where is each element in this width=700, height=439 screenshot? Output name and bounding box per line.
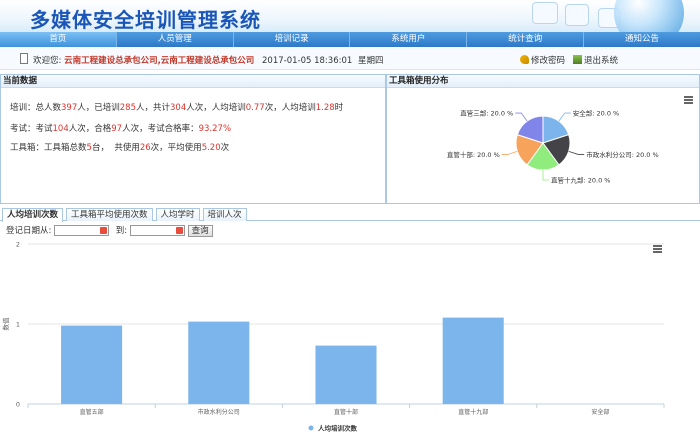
stat-value: 304: [170, 103, 187, 113]
calendar-icon[interactable]: [175, 227, 183, 234]
toolbox-stats: 工具箱：工具箱总数5台， 共使用26次，平均使用5.20次: [10, 141, 229, 153]
nav-item-system-users[interactable]: 系统用户: [350, 32, 468, 47]
stat-text: 人次，人均培训: [186, 103, 246, 113]
x-tick-label: 直管五部: [80, 408, 104, 416]
stat-text: 培训：总人数: [10, 103, 62, 113]
date-from-label: 登记日期从:: [6, 226, 52, 236]
welcome-bar: 欢迎您: 云南工程建设总承包公司,云南工程建设总承包公司 2017-01-05 …: [0, 48, 700, 70]
pie-connector: [558, 112, 571, 122]
welcome-text: 欢迎您: 云南工程建设总承包公司,云南工程建设总承包公司 2017-01-05 …: [33, 54, 384, 66]
bar-chart: 0 1 2 数值直管五部 市政水利分公司 直管十部 直管十九部 安全部人均培训次数: [1, 241, 665, 433]
pie-connector: [568, 150, 585, 155]
nav-item-notices[interactable]: 通知公告: [584, 32, 700, 47]
stat-value: 397: [61, 103, 78, 113]
pie-chart: 安全部: 20.0 % 市政水利分公司: 20.0 % 直管十九部: 20.0 % 直…: [447, 109, 659, 185]
change-password-label: 修改密码: [531, 56, 566, 66]
logout-button[interactable]: 退出系统: [573, 54, 618, 66]
legend-marker: [308, 425, 314, 431]
globe-icon: [614, 0, 684, 32]
document-icon: [20, 53, 28, 64]
welcome-org: 云南工程建设总承包公司,云南工程建设总承包公司: [64, 56, 255, 66]
bar: [61, 325, 123, 404]
toolbox-distribution-panel: 工具箱使用分布 安全部: 20.0 % 市政水利分公司: 20.0 % 直管十九部:…: [386, 74, 700, 204]
stat-text: 考试：考试: [10, 124, 53, 134]
stat-text: 工具箱：工具箱总数: [10, 143, 87, 153]
tab-avg-training-count[interactable]: 人均培训次数: [2, 208, 64, 222]
banner-decoration-icon: [565, 4, 589, 26]
header-banner: 多媒体安全培训管理系统: [0, 0, 700, 32]
nav-item-home[interactable]: 首页: [0, 32, 117, 47]
pie-connector: [501, 150, 518, 155]
toolbox-distribution-title: 工具箱使用分布: [387, 75, 699, 88]
current-data-title: 当前数据: [1, 75, 385, 88]
welcome-datetime: 2017-01-05 18:36:01: [262, 56, 353, 66]
training-stats: 培训：总人数397人，已培训285人，共计304人次，人均培训0.77次，人均培…: [10, 101, 343, 113]
date-filter: 登记日期从: 到: 查询: [6, 224, 213, 237]
x-tick-label: 市政水利分公司: [198, 408, 240, 416]
pie-connector: [515, 112, 528, 122]
stat-value: 5.20: [201, 143, 221, 153]
stat-text: 时: [334, 103, 344, 113]
nav-item-training-records[interactable]: 培训记录: [234, 32, 351, 47]
logout-icon: [573, 55, 582, 64]
stat-value: 97: [111, 124, 123, 134]
stat-value: 0.77: [245, 103, 265, 113]
stat-text: 人，共计: [136, 103, 171, 113]
nav-item-personnel[interactable]: 人员管理: [117, 32, 234, 47]
y-axis-title: 数值: [1, 317, 10, 331]
pie-slice-label: 直管十部: 20.0 %: [447, 150, 500, 159]
stat-text: 人次，合格: [68, 124, 112, 134]
stat-value: 285: [119, 103, 136, 113]
app-title: 多媒体安全培训管理系统: [30, 8, 261, 32]
calendar-icon[interactable]: [100, 227, 108, 234]
exam-stats: 考试：考试104人次，合格97人次，考试合格率：93.27%: [10, 122, 231, 134]
y-tick-label: 1: [16, 321, 20, 329]
welcome-prefix: 欢迎您:: [33, 56, 65, 66]
stats-tabs: 人均培训次数 工具箱平均使用次数 人均学时 培训人次: [0, 207, 700, 222]
bar: [188, 321, 250, 404]
x-tick-label: 直管十九部: [458, 408, 488, 416]
main-nav: 首页 人员管理 培训记录 系统用户 统计查询 通知公告: [0, 32, 700, 47]
stat-value: 104: [52, 124, 69, 134]
pie-connector: [542, 170, 549, 181]
stat-value: 1.28: [315, 103, 335, 113]
pie-slice-label: 直管三部: 20.0 %: [460, 109, 513, 118]
tab-toolbox-avg-usage[interactable]: 工具箱平均使用次数: [66, 208, 153, 221]
stat-text: 人，已培训: [77, 103, 120, 113]
key-icon: [520, 55, 529, 64]
welcome-weekday: 星期四: [358, 56, 384, 66]
tab-training-person-times[interactable]: 培训人次: [202, 208, 247, 221]
banner-decoration-icon: [532, 2, 558, 24]
x-tick-label: 安全部: [591, 408, 609, 416]
legend-label: 人均培训次数: [318, 424, 358, 433]
stat-text: 次，平均使用: [150, 143, 202, 153]
bar: [442, 317, 504, 404]
bar: [315, 345, 377, 404]
pie-slice-label: 市政水利分公司: 20.0 %: [586, 150, 658, 159]
nav-item-statistics[interactable]: 统计查询: [467, 32, 585, 47]
stat-text: 次，人均培训: [264, 103, 316, 113]
pie-slice-label: 安全部: 20.0 %: [573, 109, 619, 118]
stat-text: 次: [220, 143, 230, 153]
current-data-panel: 当前数据 培训：总人数397人，已培训285人，共计304人次，人均培训0.77…: [0, 74, 386, 204]
date-to-label: 到:: [115, 226, 128, 236]
stat-text: 台， 共使用: [91, 143, 140, 153]
query-button[interactable]: 查询: [187, 224, 213, 237]
y-tick-label: 0: [16, 401, 20, 409]
stat-text: 人次，考试合格率：: [122, 124, 199, 134]
date-from-input[interactable]: [54, 225, 110, 236]
stat-value: 93.27%: [198, 124, 232, 134]
date-to-input[interactable]: [129, 225, 185, 236]
stat-value: 26: [139, 143, 151, 153]
change-password-button[interactable]: 修改密码: [520, 54, 565, 66]
x-tick-label: 直管十部: [334, 408, 358, 416]
y-tick-label: 2: [16, 241, 20, 249]
tab-avg-hours[interactable]: 人均学时: [155, 208, 200, 221]
logout-label: 退出系统: [584, 56, 619, 66]
pie-slice-label: 直管十九部: 20.0 %: [551, 176, 610, 185]
app-root: 多媒体安全培训管理系统 首页 人员管理 培训记录 系统用户 统计查询 通知公告 …: [0, 0, 700, 439]
